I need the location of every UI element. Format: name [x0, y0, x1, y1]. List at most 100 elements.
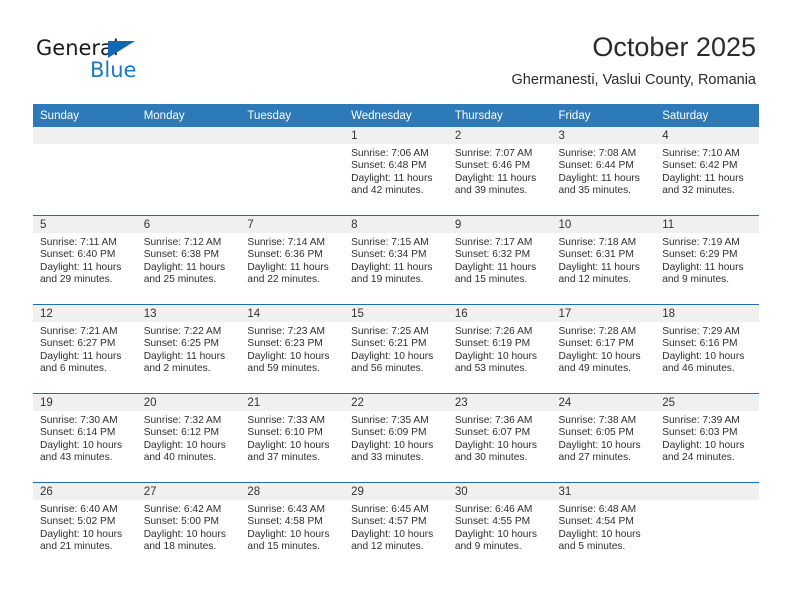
- calendar-week-row: 1 Sunrise: 7:06 AM Sunset: 6:48 PM Daylight…: [33, 127, 759, 216]
- calendar-day-cell[interactable]: 8 Sunrise: 7:15 AM Sunset: 6:34 PM Daylight…: [344, 215, 448, 305]
- calendar-day-cell[interactable]: 28 Sunrise: 6:43 AM Sunset: 4:58 PM Dayligh…: [240, 482, 345, 571]
- logo-text-general: General: [36, 36, 119, 60]
- sunset-text: Sunset: 6:40 PM: [40, 249, 116, 261]
- calendar-day-cell[interactable]: 22 Sunrise: 7:35 AM Sunset: 6:09 PM Dayligh…: [344, 393, 448, 483]
- day-cell-content: [655, 483, 759, 571]
- sunrise-text: Sunrise: 7:17 AM: [454, 237, 533, 248]
- day-cell-content: [33, 127, 137, 215]
- day-number: 31: [551, 483, 656, 500]
- day-number: 25: [655, 394, 759, 411]
- day-cell-content: 28 Sunrise: 6:43 AM Sunset: 4:58 PM Dayligh…: [240, 483, 345, 571]
- sunset-text: Sunset: 6:17 PM: [558, 338, 634, 350]
- day-sun-info: Sunrise: 7:21 AM Sunset: 6:27 PM Daylight:…: [33, 322, 137, 376]
- day-sun-info: Sunrise: 7:23 AM Sunset: 6:23 PM Daylight:…: [240, 322, 344, 376]
- day-sun-info: Sunrise: 7:28 AM Sunset: 6:17 PM Daylight:…: [552, 322, 656, 376]
- sunrise-text: Sunrise: 6:43 AM: [247, 504, 325, 515]
- weekday-header-tuesday: Tuesday: [240, 104, 345, 127]
- day-number: 12: [33, 305, 137, 322]
- day-cell-content: 3 Sunrise: 7:08 AM Sunset: 6:44 PM Daylight…: [551, 127, 656, 215]
- daylight-text: Daylight: 10 hours and 43 minutes.: [40, 439, 123, 464]
- calendar-day-cell[interactable]: 31 Sunrise: 6:48 AM Sunset: 4:54 PM Dayligh…: [551, 482, 656, 571]
- sunrise-text: Sunrise: 6:46 AM: [454, 504, 533, 515]
- calendar-day-cell[interactable]: 12 Sunrise: 7:21 AM Sunset: 6:27 PM Dayligh…: [33, 304, 137, 394]
- day-sun-info: Sunrise: 6:40 AM Sunset: 5:02 PM Daylight:…: [33, 500, 137, 554]
- calendar-day-cell[interactable]: 7 Sunrise: 7:14 AM Sunset: 6:36 PM Daylight…: [240, 215, 345, 305]
- day-number: 20: [136, 394, 241, 411]
- day-number: 30: [447, 483, 552, 500]
- weekday-header-saturday: Saturday: [655, 104, 759, 127]
- calendar-day-cell[interactable]: 20 Sunrise: 7:32 AM Sunset: 6:12 PM Dayligh…: [136, 393, 241, 483]
- sunset-text: Sunset: 6:09 PM: [351, 427, 427, 439]
- day-number: 14: [240, 305, 345, 322]
- calendar-day-cell[interactable]: 23 Sunrise: 7:36 AM Sunset: 6:07 PM Dayligh…: [447, 393, 552, 483]
- calendar-day-cell[interactable]: 6 Sunrise: 7:12 AM Sunset: 6:38 PM Daylight…: [136, 215, 241, 305]
- calendar-day-cell[interactable]: 13 Sunrise: 7:22 AM Sunset: 6:25 PM Dayligh…: [136, 304, 241, 394]
- daylight-text: Daylight: 11 hours and 19 minutes.: [351, 261, 433, 286]
- day-sun-info: Sunrise: 7:15 AM Sunset: 6:34 PM Daylight:…: [344, 233, 448, 287]
- day-sun-info: Sunrise: 7:22 AM Sunset: 6:25 PM Daylight:…: [137, 322, 241, 376]
- calendar-week-row: 19 Sunrise: 7:30 AM Sunset: 6:14 PM Dayligh…: [33, 393, 759, 483]
- day-cell-content: 6 Sunrise: 7:12 AM Sunset: 6:38 PM Daylight…: [136, 216, 241, 304]
- daylight-text: Daylight: 10 hours and 30 minutes.: [454, 439, 537, 464]
- page-header: General Blue October 2025 Ghermanesti, V…: [0, 0, 792, 104]
- day-cell-content: 27 Sunrise: 6:42 AM Sunset: 5:00 PM Dayligh…: [136, 483, 241, 571]
- calendar-day-cell[interactable]: 29 Sunrise: 6:45 AM Sunset: 4:57 PM Dayligh…: [344, 482, 448, 571]
- daylight-text: Daylight: 11 hours and 12 minutes.: [558, 261, 640, 286]
- calendar-day-cell[interactable]: 19 Sunrise: 7:30 AM Sunset: 6:14 PM Dayligh…: [33, 393, 137, 483]
- page-subtitle: Ghermanesti, Vaslui County, Romania: [511, 72, 756, 88]
- calendar-day-cell[interactable]: 15 Sunrise: 7:25 AM Sunset: 6:21 PM Dayligh…: [344, 304, 448, 394]
- calendar-day-cell[interactable]: 5 Sunrise: 7:11 AM Sunset: 6:40 PM Daylight…: [33, 215, 137, 305]
- calendar-day-cell[interactable]: [136, 127, 241, 216]
- calendar-day-cell[interactable]: 4 Sunrise: 7:10 AM Sunset: 6:42 PM Daylight…: [655, 127, 759, 216]
- calendar-day-cell[interactable]: 1 Sunrise: 7:06 AM Sunset: 6:48 PM Daylight…: [344, 127, 448, 216]
- calendar-day-cell[interactable]: 25 Sunrise: 7:39 AM Sunset: 6:03 PM Dayligh…: [655, 393, 759, 483]
- calendar-day-cell[interactable]: [33, 127, 137, 216]
- sunrise-text: Sunrise: 7:18 AM: [558, 237, 637, 248]
- calendar-day-cell[interactable]: [240, 127, 345, 216]
- day-number: [655, 483, 759, 500]
- calendar-day-cell[interactable]: 26 Sunrise: 6:40 AM Sunset: 5:02 PM Dayligh…: [33, 482, 137, 571]
- calendar-day-cell[interactable]: 17 Sunrise: 7:28 AM Sunset: 6:17 PM Dayligh…: [551, 304, 656, 394]
- calendar-day-cell[interactable]: 18 Sunrise: 7:29 AM Sunset: 6:16 PM Dayligh…: [655, 304, 759, 394]
- calendar-day-cell[interactable]: 3 Sunrise: 7:08 AM Sunset: 6:44 PM Daylight…: [551, 127, 656, 216]
- day-number: [33, 127, 137, 144]
- calendar-day-cell[interactable]: 2 Sunrise: 7:07 AM Sunset: 6:46 PM Daylight…: [447, 127, 552, 216]
- daylight-text: Daylight: 10 hours and 21 minutes.: [40, 528, 123, 553]
- daylight-text: Daylight: 10 hours and 33 minutes.: [351, 439, 434, 464]
- daylight-text: Daylight: 10 hours and 56 minutes.: [351, 350, 434, 375]
- calendar-day-cell[interactable]: [655, 482, 759, 571]
- sunset-text: Sunset: 6:25 PM: [143, 338, 220, 350]
- sunrise-text: Sunrise: 7:25 AM: [351, 326, 429, 337]
- day-sun-info: Sunrise: 7:26 AM Sunset: 6:19 PM Daylight:…: [448, 322, 552, 376]
- day-number: 16: [447, 305, 552, 322]
- calendar-day-cell[interactable]: 14 Sunrise: 7:23 AM Sunset: 6:23 PM Dayligh…: [240, 304, 345, 394]
- day-number: 3: [551, 127, 656, 144]
- weekday-header-thursday: Thursday: [447, 104, 552, 127]
- general-blue-logo[interactable]: General Blue: [36, 36, 186, 84]
- calendar-day-cell[interactable]: 16 Sunrise: 7:26 AM Sunset: 6:19 PM Dayligh…: [447, 304, 552, 394]
- calendar-day-cell[interactable]: 10 Sunrise: 7:18 AM Sunset: 6:31 PM Dayligh…: [551, 215, 656, 305]
- day-sun-info: Sunrise: 7:11 AM Sunset: 6:40 PM Daylight:…: [33, 233, 137, 287]
- sunrise-text: Sunrise: 7:11 AM: [40, 237, 117, 248]
- calendar-day-cell[interactable]: 27 Sunrise: 6:42 AM Sunset: 5:00 PM Dayligh…: [136, 482, 241, 571]
- day-cell-content: 31 Sunrise: 6:48 AM Sunset: 4:54 PM Dayligh…: [551, 483, 656, 571]
- day-number: [240, 127, 345, 144]
- daylight-text: Daylight: 10 hours and 18 minutes.: [143, 528, 226, 553]
- day-cell-content: 13 Sunrise: 7:22 AM Sunset: 6:25 PM Dayligh…: [136, 305, 241, 393]
- sunrise-text: Sunrise: 7:33 AM: [247, 415, 325, 426]
- sunrise-text: Sunrise: 6:48 AM: [558, 504, 637, 515]
- sunrise-text: Sunrise: 7:28 AM: [558, 326, 637, 337]
- sunrise-text: Sunrise: 7:29 AM: [662, 326, 740, 337]
- calendar-day-cell[interactable]: 11 Sunrise: 7:19 AM Sunset: 6:29 PM Dayligh…: [655, 215, 759, 305]
- calendar-day-cell[interactable]: 21 Sunrise: 7:33 AM Sunset: 6:10 PM Dayligh…: [240, 393, 345, 483]
- calendar-day-cell[interactable]: 24 Sunrise: 7:38 AM Sunset: 6:05 PM Dayligh…: [551, 393, 656, 483]
- daylight-text: Daylight: 10 hours and 12 minutes.: [351, 528, 434, 553]
- sunrise-text: Sunrise: 7:38 AM: [558, 415, 637, 426]
- calendar-week-row: 5 Sunrise: 7:11 AM Sunset: 6:40 PM Daylight…: [33, 215, 759, 305]
- sunrise-text: Sunrise: 7:07 AM: [454, 148, 533, 159]
- calendar-day-cell[interactable]: 9 Sunrise: 7:17 AM Sunset: 6:32 PM Daylight…: [447, 215, 552, 305]
- day-number: 26: [33, 483, 137, 500]
- day-sun-info: Sunrise: 7:14 AM Sunset: 6:36 PM Daylight:…: [240, 233, 344, 287]
- calendar-page: General Blue October 2025 Ghermanesti, V…: [0, 0, 792, 612]
- calendar-day-cell[interactable]: 30 Sunrise: 6:46 AM Sunset: 4:55 PM Dayligh…: [447, 482, 552, 571]
